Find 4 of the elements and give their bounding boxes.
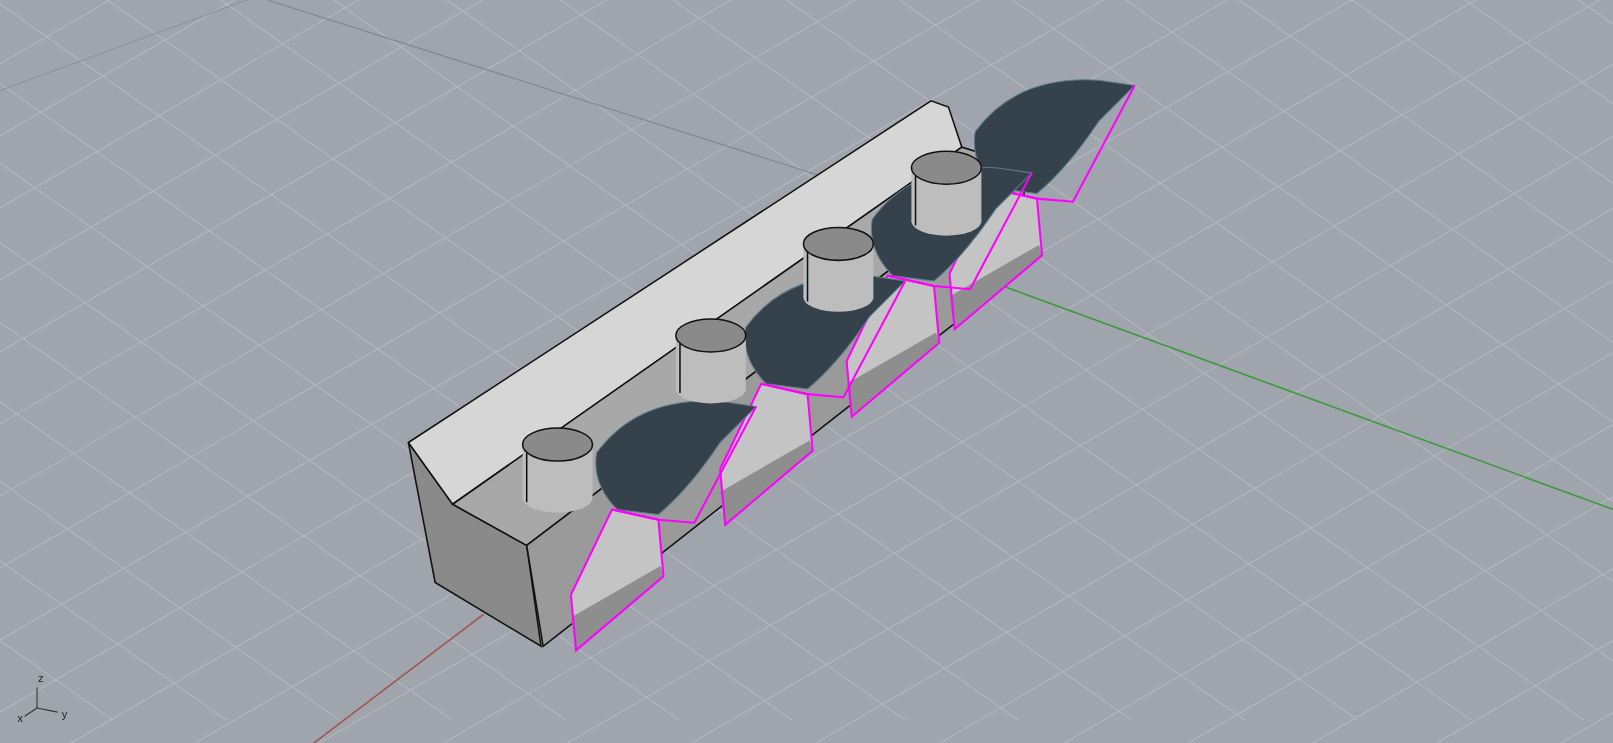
axis-label: x xyxy=(17,712,23,724)
axis-label: y xyxy=(61,708,68,720)
axis-gizmo-icon xyxy=(24,686,59,717)
axis-label: z xyxy=(38,672,44,684)
